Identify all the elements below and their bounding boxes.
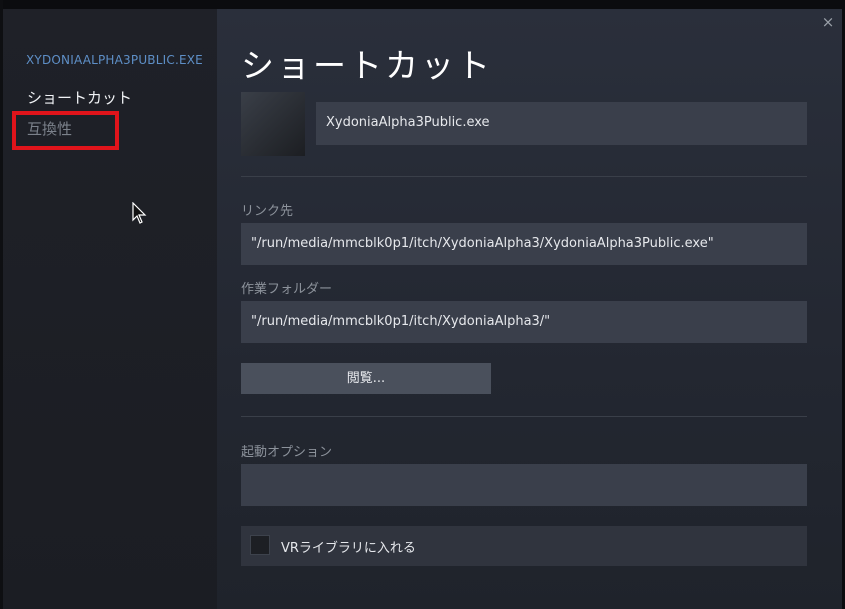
mouse-cursor-icon <box>132 202 147 224</box>
start-in-input[interactable]: "/run/media/mmcblk0p1/itch/XydoniaAlpha3… <box>241 301 807 343</box>
vr-library-label: VRライブラリに入れる <box>281 541 416 556</box>
shortcut-name-input[interactable]: XydoniaAlpha3Public.exe <box>316 102 807 145</box>
page-title: ショートカット <box>241 46 493 85</box>
target-label: リンク先 <box>241 204 294 219</box>
highlight-annotation-box <box>12 111 119 150</box>
divider <box>241 416 807 417</box>
close-button[interactable]: × <box>820 14 836 30</box>
launch-options-label: 起動オプション <box>241 445 333 460</box>
shortcut-icon-thumbnail[interactable] <box>241 92 305 156</box>
vr-library-checkbox[interactable] <box>250 535 270 555</box>
properties-dialog: XYDONIAALPHA3PUBLIC.EXE ショートカット 互換性 × ショ… <box>3 9 842 609</box>
sidebar-title: XYDONIAALPHA3PUBLIC.EXE <box>26 53 203 67</box>
launch-options-input[interactable] <box>241 464 807 506</box>
divider <box>241 176 807 177</box>
start-in-label: 作業フォルダー <box>241 282 333 297</box>
sidebar: XYDONIAALPHA3PUBLIC.EXE ショートカット 互換性 <box>3 9 217 609</box>
vr-library-toggle[interactable]: VRライブラリに入れる <box>241 526 807 566</box>
target-input[interactable]: "/run/media/mmcblk0p1/itch/XydoniaAlpha3… <box>241 223 807 265</box>
sidebar-item-shortcut[interactable]: ショートカット <box>27 87 132 108</box>
browse-button[interactable]: 閲覧... <box>241 363 491 394</box>
close-icon: × <box>821 13 835 31</box>
